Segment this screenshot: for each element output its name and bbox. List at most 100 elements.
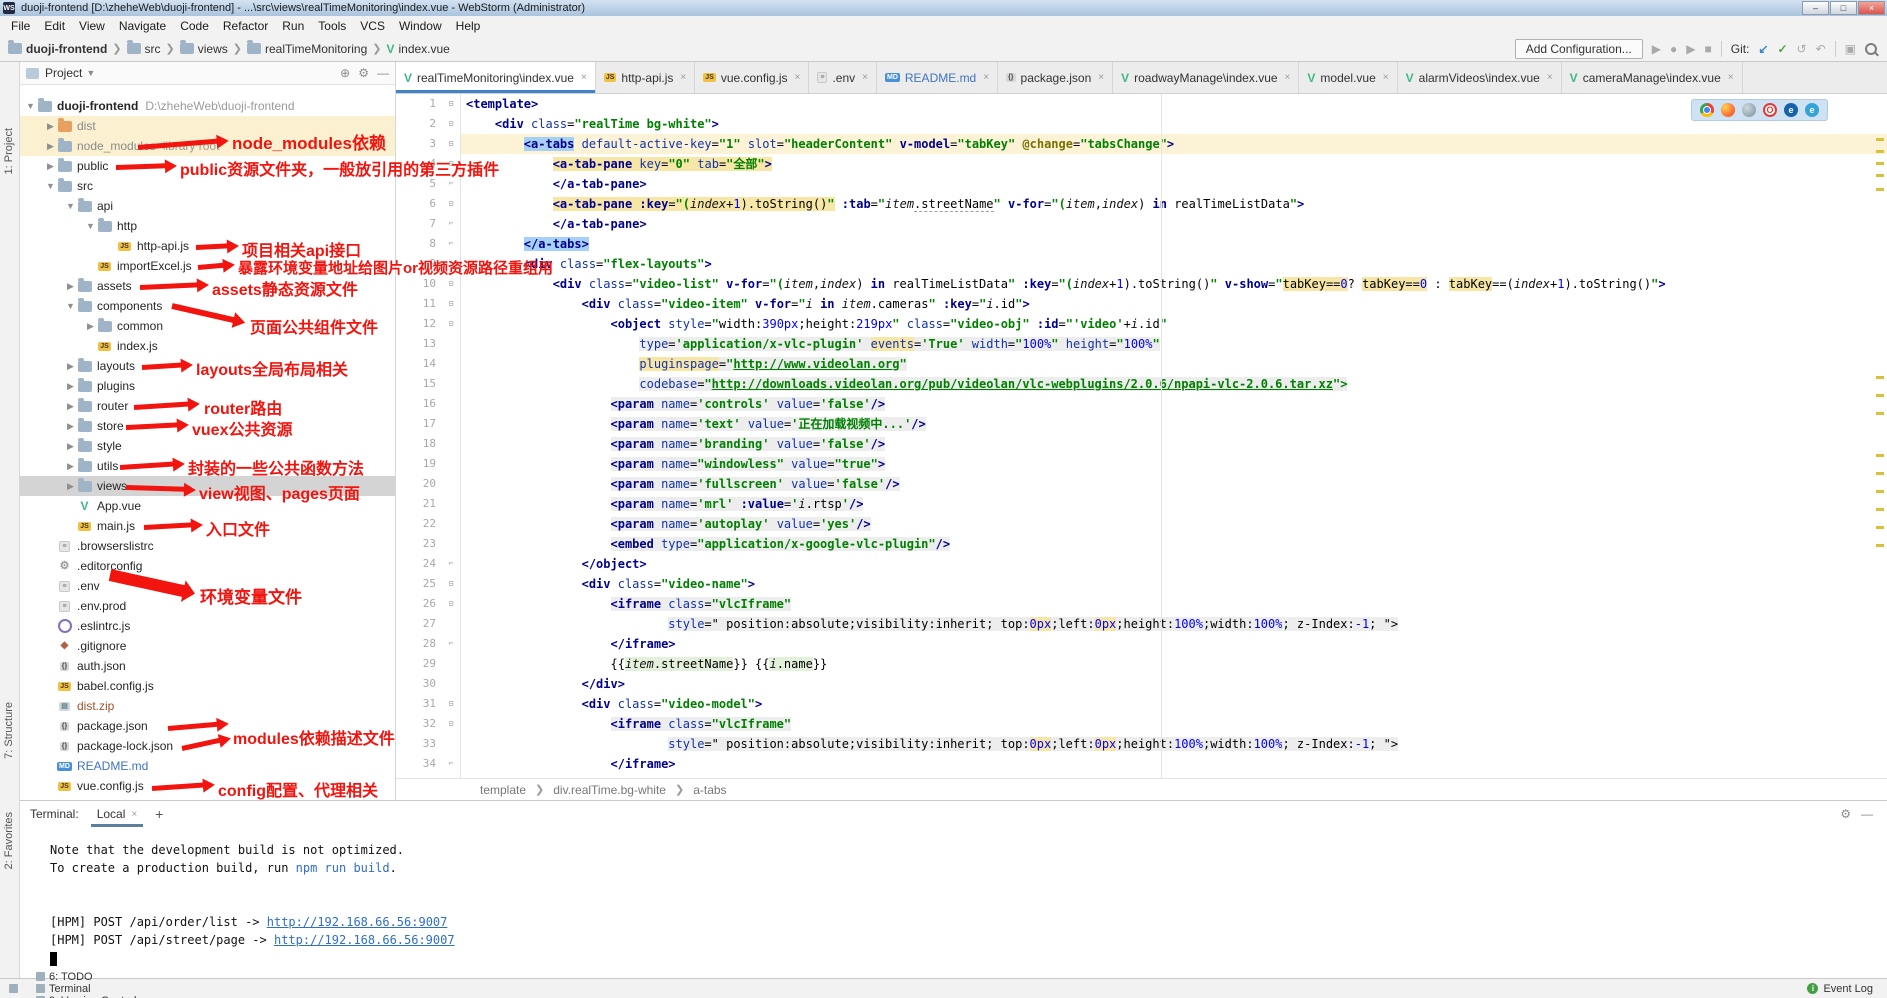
- tree-item-.env[interactable]: ≡.env: [20, 576, 395, 596]
- tree-item-main.js[interactable]: JSmain.js: [20, 516, 395, 536]
- tree-item-.browserslistrc[interactable]: ≡.browserslistrc: [20, 536, 395, 556]
- code-line[interactable]: 25⊟ <div class="video-name">: [396, 574, 1887, 594]
- stripe-favorites-button[interactable]: 2: Favorites: [3, 812, 15, 869]
- code-line[interactable]: 6⊟ <a-tab-pane :key="(index+1).toString(…: [396, 194, 1887, 214]
- warning-stripe-mark[interactable]: [1876, 150, 1884, 153]
- git-update-icon[interactable]: ↙: [1758, 42, 1768, 56]
- editor-tab-cameraManage-index.vue[interactable]: VcameraManage\index.vue×: [1562, 62, 1743, 93]
- tree-item-http[interactable]: ▼http: [20, 216, 395, 236]
- tree-item-.editorconfig[interactable]: ⚙.editorconfig: [20, 556, 395, 576]
- code-line[interactable]: 28⌐ </iframe>: [396, 634, 1887, 654]
- editor-tab-alarmVideos-index.vue[interactable]: ValarmVideos\index.vue×: [1398, 62, 1562, 93]
- breadcrumb-item-src[interactable]: src: [127, 42, 161, 56]
- warning-stripe-mark[interactable]: [1876, 376, 1884, 379]
- tree-item-plugins[interactable]: ▶plugins: [20, 376, 395, 396]
- locate-file-icon[interactable]: ⊕: [340, 66, 350, 80]
- editor-tab-realTimeMonitoring-index.vue[interactable]: VrealTimeMonitoring\index.vue×: [396, 62, 596, 93]
- breadcrumb-item-realTimeMonitoring[interactable]: realTimeMonitoring: [247, 42, 367, 56]
- menu-item-vcs[interactable]: VCS: [353, 17, 392, 35]
- tree-toggle-icon[interactable]: ▶: [44, 141, 57, 152]
- close-icon[interactable]: ×: [862, 72, 868, 83]
- code-line[interactable]: 13 type='application/x-vlc-plugin' event…: [396, 334, 1887, 354]
- code-line[interactable]: 31⊟ <div class="video-model">: [396, 694, 1887, 714]
- close-icon[interactable]: ×: [795, 72, 801, 83]
- tree-toggle-icon[interactable]: ▶: [64, 481, 77, 492]
- close-icon[interactable]: ×: [581, 72, 587, 83]
- editor-tab-roadwayManage-index.vue[interactable]: VroadwayManage\index.vue×: [1113, 62, 1299, 93]
- tree-toggle-icon[interactable]: ▼: [44, 181, 57, 191]
- menu-item-run[interactable]: Run: [275, 17, 311, 35]
- tree-item-babel.config.js[interactable]: JSbabel.config.js: [20, 676, 395, 696]
- close-icon[interactable]: ×: [1383, 72, 1389, 83]
- tree-item-dist.zip[interactable]: ▤dist.zip: [20, 696, 395, 716]
- close-icon[interactable]: ×: [680, 72, 686, 83]
- code-line[interactable]: 7⌐ </a-tab-pane>: [396, 214, 1887, 234]
- code-line[interactable]: 22 <param name='autoplay' value='yes'/>: [396, 514, 1887, 534]
- debug-icon[interactable]: ●: [1670, 42, 1677, 56]
- code-line[interactable]: 23 <embed type="application/x-google-vlc…: [396, 534, 1887, 554]
- tree-item-node_modules[interactable]: ▶node_moduleslibrary root: [20, 136, 395, 156]
- tool-windows-icon[interactable]: [0, 984, 27, 993]
- tree-item-assets[interactable]: ▶assets: [20, 276, 395, 296]
- code-line[interactable]: 15 codebase="http://downloads.videolan.o…: [396, 374, 1887, 394]
- tree-item-store[interactable]: ▶store: [20, 416, 395, 436]
- tree-toggle-icon[interactable]: ▶: [64, 381, 77, 392]
- code-line[interactable]: 17 <param name='text' value='正在加载视频中...'…: [396, 414, 1887, 434]
- editor-breadcrumb-item[interactable]: div.realTime.bg-white: [553, 783, 666, 797]
- close-icon[interactable]: ×: [131, 809, 137, 820]
- tree-item-src[interactable]: ▼src: [20, 176, 395, 196]
- tree-item-.gitignore[interactable]: ◆.gitignore: [20, 636, 395, 656]
- warning-stripe-mark[interactable]: [1876, 162, 1884, 165]
- menu-item-help[interactable]: Help: [449, 17, 488, 35]
- editor-tab-.env[interactable]: ≡.env×: [809, 62, 877, 93]
- code-line[interactable]: 4⊟ <a-tab-pane key="0" tab="全部">: [396, 154, 1887, 174]
- code-line[interactable]: 16 <param name='controls' value='false'/…: [396, 394, 1887, 414]
- git-commit-icon[interactable]: ✓: [1777, 42, 1787, 56]
- editor-tab-model.vue[interactable]: Vmodel.vue×: [1299, 62, 1397, 93]
- tree-item-vue.config.js[interactable]: JSvue.config.js: [20, 776, 395, 796]
- stripe-project-button[interactable]: 1: Project: [3, 128, 15, 174]
- gear-icon[interactable]: ⚙: [1840, 807, 1851, 821]
- tree-item-index.js[interactable]: JSindex.js: [20, 336, 395, 356]
- window-controls[interactable]: –□×: [1802, 1, 1885, 15]
- breadcrumb-item-index.vue[interactable]: Vindex.vue: [386, 42, 449, 56]
- tree-toggle-icon[interactable]: ▶: [64, 401, 77, 412]
- warning-stripe-mark[interactable]: [1876, 472, 1884, 475]
- tree-item-layouts[interactable]: ▶layouts: [20, 356, 395, 376]
- warning-stripe-mark[interactable]: [1876, 138, 1884, 141]
- code-line[interactable]: 1⊟<template>: [396, 94, 1887, 114]
- coverage-icon[interactable]: ▶: [1686, 42, 1695, 56]
- menu-item-refactor[interactable]: Refactor: [216, 17, 275, 35]
- tree-toggle-icon[interactable]: ▶: [44, 121, 57, 132]
- tree-item-importExcel.js[interactable]: JSimportExcel.js: [20, 256, 395, 276]
- code-editor[interactable]: 1⊟<template>2⊟ <div class="realTime bg-w…: [396, 94, 1887, 778]
- stop-icon[interactable]: ■: [1704, 42, 1711, 56]
- editor-tab-package.json[interactable]: {}package.json×: [998, 62, 1113, 93]
- tree-item-auth.json[interactable]: {}auth.json: [20, 656, 395, 676]
- tree-item-duoji-frontend[interactable]: ▼duoji-frontendD:\zheheWeb\duoji-fronten…: [20, 96, 395, 116]
- warning-stripe-mark[interactable]: [1876, 490, 1884, 493]
- warning-stripe-mark[interactable]: [1876, 394, 1884, 397]
- tree-toggle-icon[interactable]: ▼: [64, 301, 77, 311]
- editor-breadcrumb-item[interactable]: template: [480, 783, 526, 797]
- run-anything-icon[interactable]: ▣: [1845, 42, 1856, 56]
- tree-toggle-icon[interactable]: ▶: [44, 161, 57, 172]
- edge-browser-icon[interactable]: e: [1805, 103, 1819, 117]
- add-configuration-button[interactable]: Add Configuration...: [1515, 39, 1643, 59]
- code-line[interactable]: 5⌐ </a-tab-pane>: [396, 174, 1887, 194]
- tree-toggle-icon[interactable]: ▶: [64, 461, 77, 472]
- terminal-link[interactable]: http://192.168.66.56:9007: [267, 915, 448, 929]
- minimize-button[interactable]: –: [1802, 1, 1829, 15]
- tree-item-router[interactable]: ▶router: [20, 396, 395, 416]
- tree-item-public[interactable]: ▶public: [20, 156, 395, 176]
- tree-toggle-icon[interactable]: ▼: [84, 221, 97, 231]
- code-line[interactable]: 20 <param name='fullscreen' value='false…: [396, 474, 1887, 494]
- close-icon[interactable]: ×: [983, 72, 989, 83]
- code-line[interactable]: 29 {{item.streetName}} {{i.name}}: [396, 654, 1887, 674]
- warning-stripe-mark[interactable]: [1876, 412, 1884, 415]
- tree-item-style[interactable]: ▶style: [20, 436, 395, 456]
- warning-stripe-mark[interactable]: [1876, 188, 1884, 191]
- close-icon[interactable]: ×: [1285, 72, 1291, 83]
- code-line[interactable]: 10⊟ <div class="video-list" v-for="(item…: [396, 274, 1887, 294]
- ie-browser-icon[interactable]: e: [1784, 103, 1798, 117]
